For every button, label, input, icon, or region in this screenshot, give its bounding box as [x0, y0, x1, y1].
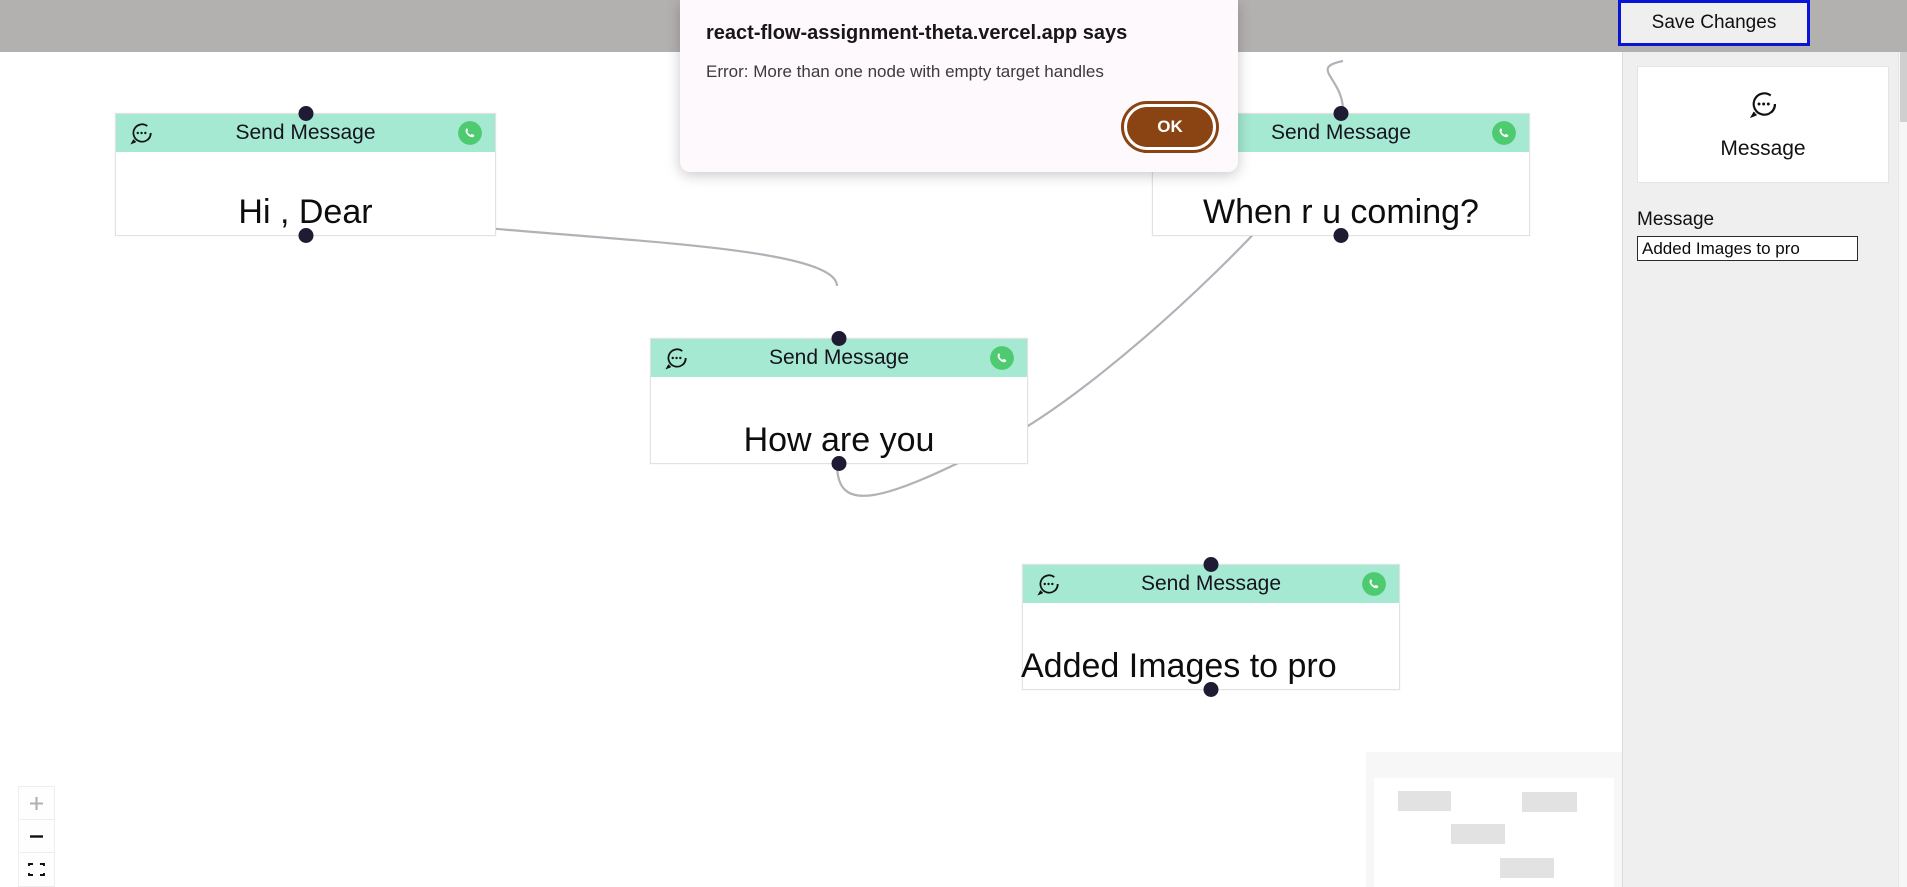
dialog-message: Error: More than one node with empty tar…	[706, 62, 1104, 81]
fit-view-button[interactable]	[19, 853, 54, 886]
message-field-label: Message	[1637, 209, 1715, 230]
node-source-handle[interactable]	[298, 228, 313, 243]
whatsapp-icon	[457, 120, 483, 146]
node-source-handle[interactable]	[831, 456, 847, 471]
message-bubble-icon	[1035, 571, 1061, 597]
save-changes-button[interactable]: Save Changes	[1618, 0, 1810, 46]
flow-node[interactable]: Send Message Hi , Dear	[115, 106, 496, 243]
message-bubble-icon	[1747, 88, 1779, 125]
zoom-out-button[interactable]	[19, 820, 54, 853]
message-input[interactable]	[1637, 236, 1858, 261]
minimap[interactable]	[1366, 752, 1622, 887]
browser-alert-dialog: react-flow-assignment-theta.vercel.app s…	[680, 0, 1238, 172]
node-target-handle[interactable]	[1333, 106, 1349, 121]
palette-card-label: Message	[1720, 137, 1806, 160]
app-root: Save Changes Send Message Hi , Dear Send…	[0, 0, 1907, 887]
dialog-ok-button[interactable]: OK	[1124, 104, 1216, 150]
zoom-in-button[interactable]	[19, 787, 54, 820]
minimap-node	[1398, 791, 1451, 811]
minimap-node	[1522, 792, 1577, 812]
node-target-handle[interactable]	[298, 106, 313, 121]
minimap-node	[1500, 858, 1554, 878]
flow-node[interactable]: Send Message How are you	[650, 331, 1028, 471]
sidebar-scrollbar-thumb[interactable]	[1900, 52, 1907, 122]
whatsapp-icon	[1491, 120, 1517, 146]
node-message-text: Hi , Dear	[238, 193, 373, 231]
node-title: Send Message	[1140, 572, 1282, 595]
message-bubble-icon	[128, 120, 154, 146]
minimap-node	[1451, 824, 1505, 844]
flow-node[interactable]: Send Message Added Images to pro	[1021, 557, 1400, 697]
zoom-controls	[18, 786, 55, 887]
node-target-handle[interactable]	[1203, 557, 1219, 572]
node-source-handle[interactable]	[1333, 228, 1349, 243]
node-title: Send Message	[768, 346, 910, 369]
node-target-handle[interactable]	[831, 331, 847, 346]
dialog-title: react-flow-assignment-theta.vercel.app s…	[706, 22, 1128, 44]
message-bubble-icon	[663, 345, 689, 371]
whatsapp-icon	[989, 345, 1015, 371]
node-message-text: How are you	[743, 421, 935, 459]
settings-sidebar: Message Message	[1622, 52, 1907, 887]
sidebar-scrollbar[interactable]	[1898, 52, 1907, 887]
node-source-handle[interactable]	[1203, 682, 1219, 697]
minimap-viewport	[1374, 778, 1614, 887]
message-node-palette-card[interactable]: Message	[1637, 66, 1889, 183]
whatsapp-icon	[1361, 571, 1387, 597]
node-message-text: Added Images to pro	[1021, 647, 1337, 685]
flow-canvas[interactable]: Send Message Hi , Dear Send Message How …	[0, 52, 1622, 887]
node-title: Send Message	[235, 121, 376, 144]
